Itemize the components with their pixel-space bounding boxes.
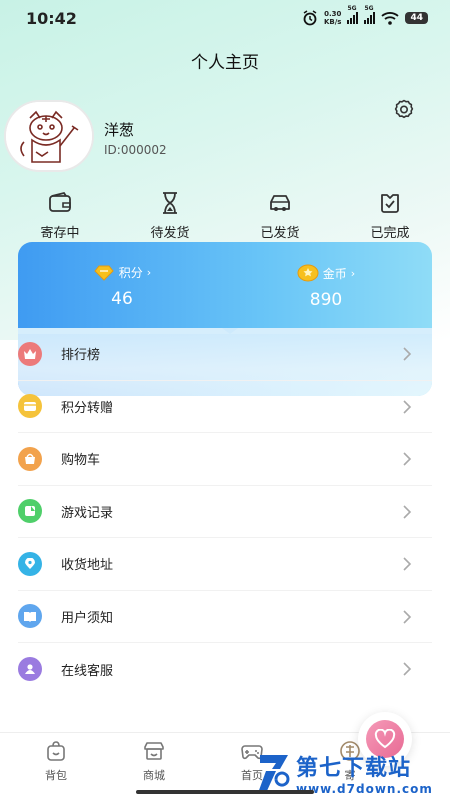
- record-icon: [18, 499, 42, 524]
- order-completed-label: 已完成: [370, 226, 410, 241]
- menu-label-game-records: 游戏记录: [61, 505, 114, 521]
- username: 洋葱: [104, 121, 135, 139]
- points-value: 46: [111, 289, 133, 309]
- menu-label-points-transfer: 积分转赠: [61, 400, 114, 416]
- chevron-right-icon: [403, 557, 412, 571]
- check-bag-icon: [381, 194, 399, 213]
- book-icon: [18, 604, 42, 629]
- alarm-icon: [303, 10, 317, 26]
- home-indicator[interactable]: [136, 790, 314, 794]
- chevron-right-icon: [403, 662, 412, 676]
- avatar[interactable]: [4, 100, 94, 172]
- settings-gear-icon[interactable]: [392, 98, 416, 122]
- tab-store-label: 商城: [143, 769, 165, 782]
- coins-label: 金币: [322, 266, 347, 281]
- order-shortcuts: 寄存中 待发货 已发货 已完成: [18, 190, 432, 241]
- status-icons: 0.30 KB/s 5G 5G 44: [302, 5, 428, 26]
- menu-item-user-notice[interactable]: 用户须知: [18, 591, 432, 643]
- hourglass-icon: [163, 192, 177, 214]
- points-label: 积分: [118, 266, 143, 280]
- page-title: 个人主页: [191, 53, 259, 73]
- menu-label-address: 收货地址: [61, 558, 114, 574]
- order-completed[interactable]: 已完成: [348, 190, 432, 241]
- watermark-url: www.d7down.com: [296, 782, 433, 796]
- location-icon: [18, 551, 42, 576]
- tab-bag-label: 背包: [45, 769, 67, 782]
- bag-icon: [47, 741, 65, 761]
- menu-list: 排行榜 积分转赠 购物车 游戏记录 收货地址 用户须知 在线客服: [18, 328, 432, 696]
- menu-label-customer-service: 在线客服: [61, 663, 114, 679]
- coins-arrow: ›: [350, 266, 356, 280]
- wallet-icon: [49, 191, 71, 212]
- crown-icon: [18, 341, 42, 366]
- menu-label-cart: 购物车: [61, 453, 101, 469]
- gift-icon: [18, 394, 42, 419]
- menu-item-points-transfer[interactable]: 积分转赠: [18, 381, 432, 433]
- order-pending-label: 待发货: [150, 226, 190, 241]
- order-shipped-label: 已发货: [260, 226, 300, 241]
- signal-icon: 5G: [347, 5, 359, 24]
- status-time: 10:42: [26, 8, 77, 28]
- status-bar: 10:42 0.30 KB/s 5G 5G 44: [0, 0, 450, 36]
- watermark-title: 第七下载站: [296, 756, 412, 781]
- points-column[interactable]: 积分 › 46: [42, 264, 202, 309]
- menu-item-leaderboard[interactable]: 排行榜: [18, 328, 432, 381]
- diamond-icon: [94, 265, 114, 281]
- heart-icon: [374, 729, 396, 749]
- coins-column[interactable]: 金币 › 890: [246, 264, 406, 310]
- wifi-icon: [381, 12, 400, 25]
- menu-item-customer-service[interactable]: 在线客服: [18, 643, 432, 696]
- user-id: ID:000002: [104, 143, 167, 157]
- signal-icon-2: 5G: [364, 5, 376, 24]
- order-pending[interactable]: 待发货: [128, 190, 212, 241]
- order-storing[interactable]: 寄存中: [18, 190, 102, 241]
- menu-label-leaderboard: 排行榜: [61, 348, 101, 364]
- truck-icon: [270, 195, 290, 211]
- chevron-right-icon: [403, 399, 412, 414]
- chevron-right-icon: [403, 504, 412, 519]
- cart-icon: [18, 446, 42, 471]
- order-storing-label: 寄存中: [40, 226, 80, 241]
- menu-item-cart[interactable]: 购物车: [18, 433, 432, 486]
- network-speed: 0.30 KB/s: [323, 10, 342, 26]
- tab-bag[interactable]: 背包: [14, 733, 98, 800]
- watermark-logo-icon: [258, 755, 290, 793]
- points-arrow: ›: [146, 266, 152, 279]
- chevron-right-icon: [403, 452, 412, 466]
- menu-item-address[interactable]: 收货地址: [18, 538, 432, 591]
- service-icon: [18, 657, 42, 682]
- chevron-right-icon: [403, 347, 412, 361]
- menu-label-user-notice: 用户须知: [61, 610, 114, 626]
- coins-value: 890: [309, 290, 343, 310]
- battery-icon: 44: [405, 12, 428, 24]
- coin-icon: [297, 264, 319, 282]
- chevron-right-icon: [403, 609, 412, 624]
- order-shipped[interactable]: 已发货: [238, 190, 322, 241]
- menu-item-game-records[interactable]: 游戏记录: [18, 486, 432, 538]
- store-icon: [144, 742, 164, 760]
- tiger-avatar-icon: [6, 102, 92, 170]
